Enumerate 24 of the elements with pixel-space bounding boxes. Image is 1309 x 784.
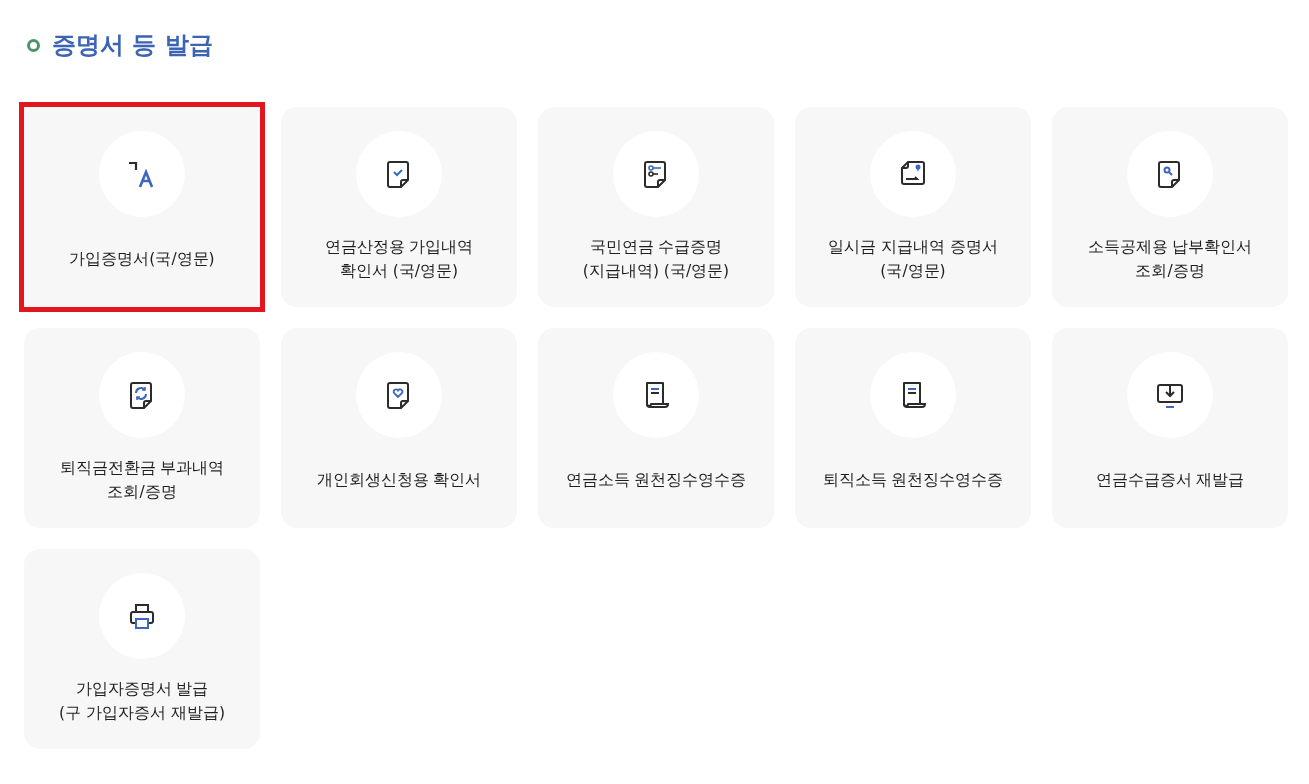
card-label: 소득공제용 납부확인서 조회/증명	[1087, 237, 1253, 282]
card-label: 가입자증명서 발급 (구 가입자증서 재발급)	[59, 679, 225, 724]
card[interactable]: 가입증명서(국/영문)	[19, 102, 265, 312]
card[interactable]: 가입자증명서 발급 (구 가입자증서 재발급)	[24, 549, 260, 749]
section-title: 증명서 등 발급	[52, 30, 213, 61]
card[interactable]: 국민연금 수급증명 (지급내역) (국/영문)	[538, 107, 774, 307]
card-label: 퇴직금전환금 부과내역 조회/증명	[59, 458, 225, 503]
card[interactable]: 연금수급증서 재발급	[1052, 328, 1288, 528]
card[interactable]: 퇴직소득 원천징수영수증	[795, 328, 1031, 528]
card-label: 개인회생신청용 확인서	[316, 470, 482, 491]
card[interactable]: 퇴직금전환금 부과내역 조회/증명	[24, 328, 260, 528]
card-label: 국민연금 수급증명 (지급내역) (국/영문)	[582, 237, 730, 282]
card-label: 퇴직소득 원천징수영수증	[822, 470, 1004, 491]
card-label: 연금산정용 가입내역 확인서 (국/영문)	[324, 237, 474, 282]
card-label: 일시금 지급내역 증명서 (국/영문)	[828, 237, 998, 282]
card[interactable]: 소득공제용 납부확인서 조회/증명	[1052, 107, 1288, 307]
bullet-icon	[27, 38, 40, 52]
card-label: 가입증명서(국/영문)	[69, 249, 215, 270]
card[interactable]: 연금산정용 가입내역 확인서 (국/영문)	[281, 107, 517, 307]
card[interactable]: 연금소득 원천징수영수증	[538, 328, 774, 528]
card[interactable]: 개인회생신청용 확인서	[281, 328, 517, 528]
card-label: 연금소득 원천징수영수증	[565, 470, 747, 491]
card-label: 연금수급증서 재발급	[1095, 470, 1245, 491]
card[interactable]: 일시금 지급내역 증명서 (국/영문)	[795, 107, 1031, 307]
